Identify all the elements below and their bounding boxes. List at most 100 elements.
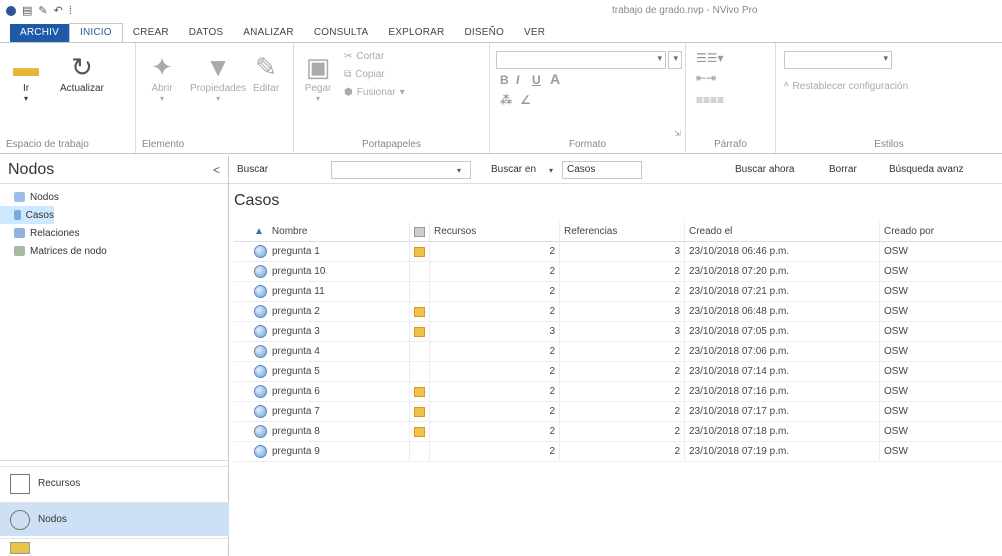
tree-item-nodos[interactable]: Nodos [0,188,228,206]
find-label: Buscar [237,164,269,175]
tab-ver[interactable]: VER [514,24,555,42]
recursos-cell: 2 [430,242,560,261]
nav-item-nodos[interactable]: Nodos [0,502,229,536]
dialog-launcher-icon[interactable]: ⇲ [674,129,681,138]
find-input[interactable] [331,161,471,179]
dropdown-arrow-icon: ▾ [883,53,888,63]
table-row[interactable]: pregunta 7 2 2 23/10/2018 07:17 p.m. OSW [234,402,1002,422]
save-icon[interactable]: ▤ [22,4,32,17]
paste-button[interactable]: ▣ Pegar ▾ [302,51,334,104]
tree-item-matrices[interactable]: Matrices de nodo [0,242,228,260]
col-res-icon[interactable] [410,222,430,241]
tab-datos[interactable]: DATOS [179,24,234,42]
look-in-input[interactable]: Casos [562,161,642,179]
group-label-clipboard: Portapapeles [362,139,421,150]
qat-customize-icon[interactable]: ⁞ [69,5,72,17]
table-row[interactable]: pregunta 3 3 3 23/10/2018 07:05 p.m. OSW [234,322,1002,342]
highlight-icon[interactable]: ⁂ [500,93,512,107]
col-nombre[interactable]: ▲ Nombre [250,222,410,241]
refresh-button[interactable]: ↻ Actualizar [60,51,104,95]
find-now-button[interactable]: Buscar ahora [735,164,794,175]
dropdown-arrow-icon: ▾ [159,94,164,103]
col-referencias[interactable]: Referencias [560,222,685,241]
collapse-icon[interactable]: < [213,163,220,177]
case-icon [254,265,267,278]
edit-icon[interactable]: ✎ [38,4,47,17]
tab-consulta[interactable]: CONSULTA [304,24,379,42]
look-in-label[interactable]: Buscar en [491,164,536,175]
dropdown-arrow-icon[interactable]: ▾ [457,166,461,175]
nav-pane-title: Nodos [8,160,55,178]
ribbon-tabs: ARCHIV INICIO CREAR DATOS ANALIZAR CONSU… [0,22,555,42]
created-by-cell: OSW [884,366,908,377]
col-creado-el[interactable]: Creado el [685,222,880,241]
tab-analizar[interactable]: ANALIZAR [233,24,304,42]
app-icon[interactable] [6,5,16,16]
table-row[interactable]: pregunta 10 2 2 23/10/2018 07:20 p.m. OSW [234,262,1002,282]
draw-icon[interactable]: ∠ [520,93,531,107]
referencias-cell: 2 [560,282,685,301]
referencias-cell: 2 [560,382,685,401]
copy-button[interactable]: ⧉ Copiar [344,69,385,80]
tab-explorar[interactable]: EXPLORAR [378,24,454,42]
table-row[interactable]: pregunta 2 2 3 23/10/2018 06:48 p.m. OSW [234,302,1002,322]
indent-icon[interactable]: ⇤⇥ [696,71,716,85]
table-row[interactable]: pregunta 6 2 2 23/10/2018 07:16 p.m. OSW [234,382,1002,402]
table-row[interactable]: pregunta 9 2 2 23/10/2018 07:19 p.m. OSW [234,442,1002,462]
recursos-cell: 2 [430,382,560,401]
clear-button[interactable]: Borrar [829,164,857,175]
window-title: trabajo de grado.nvp - NVivo Pro [612,5,758,16]
underline-button[interactable]: U [532,73,541,87]
properties-button[interactable]: ▼ Propiedades ▾ [190,51,246,104]
resource-attached-icon [414,406,425,417]
tree-item-relaciones[interactable]: Relaciones [0,224,228,242]
created-by-cell: OSW [884,426,908,437]
table-row[interactable]: pregunta 4 2 2 23/10/2018 07:06 p.m. OSW [234,342,1002,362]
bold-button[interactable]: B [500,73,509,87]
nav-item-recursos[interactable]: Recursos [0,466,229,500]
italic-button[interactable]: I [516,73,519,87]
bullets-icon[interactable]: ☰☰▾ [696,51,724,65]
case-icon [254,285,267,298]
go-button[interactable]: ▬ Ir ▾ [10,51,42,104]
font-name-combo[interactable]: ▾ [496,51,666,69]
tab-archiv[interactable]: ARCHIV [10,24,69,42]
styles-combo[interactable]: ▾ [784,51,892,69]
open-button[interactable]: ✦ Abrir ▾ [146,51,178,104]
table-row[interactable]: pregunta 8 2 2 23/10/2018 07:18 p.m. OSW [234,422,1002,442]
dropdown-arrow-icon: ▾ [657,53,662,63]
col-recursos[interactable]: Recursos [430,222,560,241]
nav-splitter[interactable] [0,460,229,464]
tab-inicio[interactable]: INICIO [68,23,123,42]
col-creado-por[interactable]: Creado por [880,222,1000,241]
dropdown-arrow-icon[interactable]: ▾ [549,166,553,175]
reset-settings-button[interactable]: ᴬ Restablecer configuración [784,81,908,92]
nav-item-next[interactable] [0,538,229,556]
tab-crear[interactable]: CREAR [123,24,179,42]
referencias-cell: 2 [560,442,685,461]
font-color-button[interactable]: A [550,71,560,87]
created-by-cell: OSW [884,406,908,417]
group-label-format: Formato [568,139,607,150]
recursos-cell: 2 [430,302,560,321]
tab-diseno[interactable]: DISEÑO [454,24,514,42]
table-row[interactable]: pregunta 5 2 2 23/10/2018 07:14 p.m. OSW [234,362,1002,382]
table-row[interactable]: pregunta 11 2 2 23/10/2018 07:21 p.m. OSW [234,282,1002,302]
tree-item-casos[interactable]: Casos [0,206,54,224]
table-row[interactable]: pregunta 1 2 3 23/10/2018 06:46 p.m. OSW [234,242,1002,262]
list-title: Casos [234,192,280,209]
cut-button[interactable]: ✂ Cortar [344,51,384,62]
undo-icon[interactable]: ↶ [54,4,63,17]
font-size-combo[interactable]: ▾ [668,51,682,69]
classifications-icon [10,541,30,554]
edit-button[interactable]: ✎ Editar [250,51,282,95]
recursos-cell: 2 [430,422,560,441]
merge-button[interactable]: ⬢ Fusionar ▾ [344,87,405,98]
clipboard-icon: ▣ [305,51,331,82]
advanced-find-button[interactable]: Búsqueda avanz [889,164,964,175]
case-icon [254,345,267,358]
case-icon [254,405,267,418]
case-name: pregunta 5 [272,366,320,377]
align-icon[interactable]: ≡≡≡≡ [696,93,724,107]
created-by-cell: OSW [884,306,908,317]
